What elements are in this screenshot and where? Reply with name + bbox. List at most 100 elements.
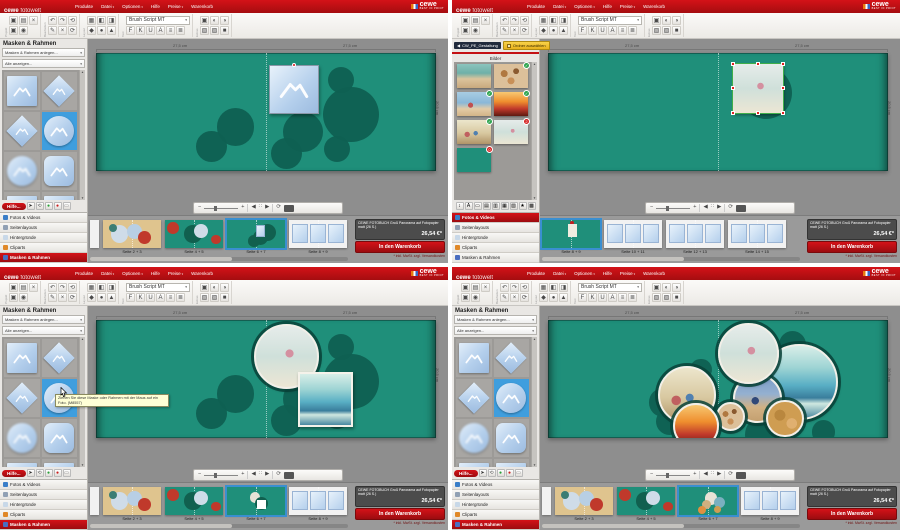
toolbar-icon[interactable]: ↷ — [510, 282, 519, 292]
toolbar-icon[interactable]: ▨ — [662, 293, 671, 303]
menu-item-optionen[interactable]: Optionen ▾ — [574, 271, 595, 276]
selection-handle[interactable] — [731, 110, 736, 115]
sidebar-item-masken-rahmen[interactable]: Masken & Rahmen — [0, 253, 87, 263]
filmstrip-scrollbar-knob[interactable] — [542, 524, 684, 528]
mask-thumbnail[interactable] — [41, 459, 77, 467]
panel-tool-icon[interactable]: ▭ — [514, 469, 523, 477]
toolbar-icon[interactable]: ↷ — [58, 282, 67, 292]
toolbar-icon[interactable]: ▣ — [652, 15, 661, 25]
panel-tool-icon[interactable]: ⟲ — [35, 202, 44, 210]
overview-grid-icon[interactable]: ∷ — [259, 205, 263, 211]
toolbar-icon[interactable]: ↶ — [500, 15, 509, 25]
zoom-slider[interactable] — [656, 205, 691, 211]
menu-item-produkte[interactable]: Produkte — [75, 271, 93, 276]
sidebar-item-hintergr-nde[interactable]: Hintergründe — [452, 500, 539, 510]
toolbar-icon[interactable]: ◧ — [549, 282, 558, 292]
toolbar-icon[interactable]: ≡ — [618, 293, 627, 303]
toolbar-icon[interactable]: ≣ — [628, 26, 637, 36]
sidebar-item-masken-rahmen[interactable]: Masken & Rahmen — [0, 520, 87, 530]
image-placeholder[interactable] — [269, 62, 319, 114]
toolbar-icon[interactable]: × — [29, 282, 38, 292]
menu-item-hilfe[interactable]: Hilfe — [151, 271, 160, 276]
toolbar-icon[interactable]: ◉ — [471, 293, 480, 303]
toolbar-icon[interactable]: ⟲ — [68, 15, 77, 25]
sidebar-item-cliparts[interactable]: Cliparts — [0, 510, 87, 520]
menu-item-hilfe[interactable]: Hilfe — [151, 4, 160, 9]
toolbar-icon[interactable]: ▲ — [559, 26, 568, 36]
toolbar-icon[interactable]: ▣ — [9, 293, 18, 303]
zoom-out-icon[interactable]: − — [650, 205, 653, 211]
toolbar-icon[interactable]: ◨ — [559, 282, 568, 292]
zoom-slider-knob[interactable] — [665, 472, 669, 478]
menu-item-preise[interactable]: Preise ▾ — [620, 4, 635, 9]
font-family-dropdown[interactable]: Brush Script MT ▾ — [126, 15, 190, 25]
toolbar-icon[interactable]: U — [146, 293, 155, 303]
mask-thumbnail[interactable] — [4, 379, 40, 417]
toolbar-icon[interactable]: ◧ — [97, 282, 106, 292]
toolbar-icon[interactable]: K — [136, 293, 145, 303]
add-to-cart-button[interactable]: In den Warenkorb — [355, 507, 445, 520]
toolbar-icon[interactable]: A — [608, 26, 617, 36]
toolbar-icon[interactable]: ↷ — [510, 15, 519, 25]
toolbar-icon[interactable]: ◉ — [471, 26, 480, 36]
toolbar-icon[interactable]: ◧ — [97, 15, 106, 25]
zoom-in-icon[interactable]: + — [693, 205, 696, 211]
toolbar-icon[interactable]: ■ — [672, 293, 681, 303]
menu-item-hilfe[interactable]: Hilfe — [603, 4, 612, 9]
toolbar-icon[interactable]: × — [58, 26, 67, 36]
mask-thumbnail[interactable] — [493, 419, 529, 457]
mask-thumbnail[interactable] — [493, 379, 529, 417]
page-spread[interactable] — [548, 53, 888, 171]
panel-tool-icon[interactable]: ● — [505, 469, 514, 477]
toolbar-icon[interactable]: ◑ — [672, 15, 681, 25]
toolbar-icon[interactable]: ◆ — [539, 26, 548, 36]
zoom-out-icon[interactable]: − — [650, 472, 653, 478]
toolbar-icon[interactable]: ◆ — [87, 26, 96, 36]
page-thumbnail[interactable]: Seite 4 + 5 — [165, 220, 223, 254]
fullscreen-button[interactable] — [736, 471, 747, 479]
page-thumbnail[interactable]: Seite 8 + 9 — [741, 487, 799, 521]
toolbar-icon[interactable]: ▧ — [652, 26, 661, 36]
toolbar-icon[interactable]: ✎ — [48, 293, 57, 303]
mask-thumbnail[interactable] — [41, 112, 77, 150]
page-thumbnail[interactable]: Seite 8 + 9 — [289, 220, 347, 254]
masks-filter-dropdown[interactable]: Alle anzeigen... ▾ — [2, 326, 85, 335]
selection-handle[interactable] — [780, 86, 785, 91]
sidebar-item-seitenlayouts[interactable]: Seitenlayouts — [452, 490, 539, 500]
menu-item-preise[interactable]: Preise ▾ — [168, 4, 183, 9]
selection-handle[interactable] — [755, 110, 760, 115]
page-spread[interactable] — [96, 320, 436, 438]
toolbar-icon[interactable]: ↷ — [58, 15, 67, 25]
toolbar-icon[interactable]: ▦ — [87, 15, 96, 25]
toolbar-icon[interactable]: ≣ — [176, 26, 185, 36]
toolbar-icon[interactable]: ≡ — [618, 26, 627, 36]
panel-tool-icon[interactable]: ● — [53, 469, 62, 477]
menu-item-hilfe[interactable]: Hilfe — [603, 271, 612, 276]
font-family-dropdown[interactable]: Brush Script MT ▾ — [578, 15, 642, 25]
toolbar-icon[interactable]: K — [136, 26, 145, 36]
toolbar-icon[interactable]: F — [578, 26, 587, 36]
panel-tool-icon[interactable]: ➤ — [26, 469, 35, 477]
mask-thumbnail[interactable] — [456, 419, 492, 457]
masks-filter-dropdown[interactable]: Alle anzeigen... ▾ — [454, 326, 537, 335]
mask-thumbnail[interactable] — [493, 339, 529, 377]
next-page-icon[interactable]: ▶ — [265, 472, 269, 478]
sidebar-item-masken-rahmen[interactable]: Masken & Rahmen — [452, 520, 539, 530]
mask-thumbnail[interactable] — [4, 459, 40, 467]
zoom-out-icon[interactable]: − — [198, 472, 201, 478]
toolbar-icon[interactable]: ◨ — [107, 15, 116, 25]
toolbar-icon[interactable]: × — [510, 26, 519, 36]
toolbar-icon[interactable]: ▣ — [9, 26, 18, 36]
toolbar-icon[interactable]: ▣ — [200, 282, 209, 292]
panel-tool-icon[interactable]: ● — [53, 202, 62, 210]
help-button[interactable]: Hilfe... — [2, 469, 26, 477]
toolbar-icon[interactable]: ▣ — [652, 282, 661, 292]
menu-item-preise[interactable]: Preise ▾ — [620, 271, 635, 276]
toolbar-icon[interactable]: ▣ — [461, 26, 470, 36]
masks-create-dropdown[interactable]: Masken & Rahmen anlegen... ▾ — [454, 315, 537, 324]
filmstrip-scrollbar[interactable] — [90, 524, 348, 528]
next-page-icon[interactable]: ▶ — [717, 472, 721, 478]
filmstrip-scrollbar-knob[interactable] — [542, 257, 684, 261]
toolbar-icon[interactable]: K — [588, 26, 597, 36]
toolbar-icon[interactable]: ◐ — [210, 15, 219, 25]
